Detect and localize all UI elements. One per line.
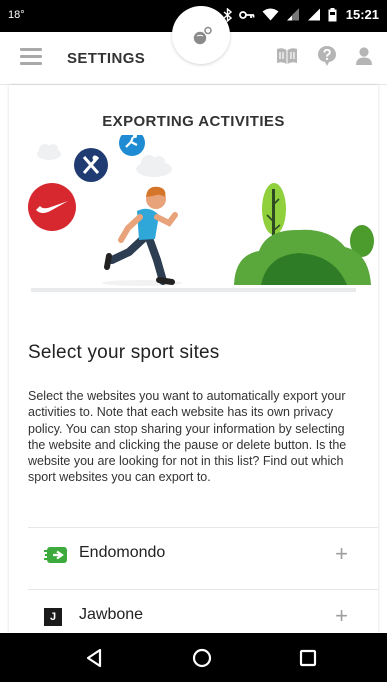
sync-icon xyxy=(190,26,214,51)
partner-logo-icon xyxy=(74,148,108,182)
home-icon[interactable] xyxy=(192,648,212,673)
page-title: SETTINGS xyxy=(67,50,146,67)
sport-sites-description: Select the websites you want to automati… xyxy=(28,389,347,485)
app-bar-actions xyxy=(275,45,373,72)
site-row-jawbone[interactable]: J Jawbone + xyxy=(28,589,378,633)
key-icon xyxy=(238,10,255,20)
temperature-readout: 18° xyxy=(8,9,25,21)
tree-illustration xyxy=(234,183,374,285)
section-heading: EXPORTING ACTIVITIES xyxy=(102,113,285,130)
ground-line xyxy=(31,288,356,292)
add-site-button[interactable]: + xyxy=(335,541,348,567)
battery-icon xyxy=(328,7,337,22)
signal-icon xyxy=(307,8,321,21)
add-site-button[interactable]: + xyxy=(335,603,348,629)
help-icon[interactable] xyxy=(317,45,337,72)
sport-sites-title: Select your sport sites xyxy=(28,342,220,363)
book-icon[interactable] xyxy=(275,46,299,71)
site-row-endomondo[interactable]: Endomondo + xyxy=(28,527,378,583)
sync-button[interactable] xyxy=(172,6,230,64)
nike-logo-icon xyxy=(28,183,76,231)
site-name: Jawbone xyxy=(79,606,144,623)
jawbone-logo-letter: J xyxy=(49,611,57,623)
runner-figure xyxy=(102,186,182,286)
exporting-illustration xyxy=(28,135,374,286)
jawbone-logo-icon: J xyxy=(44,608,62,626)
menu-icon[interactable] xyxy=(20,48,42,66)
runner-app-logo-icon xyxy=(119,135,145,156)
signal-icon xyxy=(286,8,300,21)
navigation-bar xyxy=(0,633,387,682)
endomondo-logo-icon xyxy=(44,545,68,570)
back-icon[interactable] xyxy=(85,648,103,673)
wifi-icon xyxy=(262,8,279,21)
profile-icon[interactable] xyxy=(355,46,373,71)
clock: 15:21 xyxy=(345,7,379,22)
export-card: EXPORTING ACTIVITIES Select your sport s… xyxy=(9,85,378,633)
recents-icon[interactable] xyxy=(299,649,317,672)
status-icons: 15:21 xyxy=(223,7,379,22)
site-name: Endomondo xyxy=(79,544,166,561)
